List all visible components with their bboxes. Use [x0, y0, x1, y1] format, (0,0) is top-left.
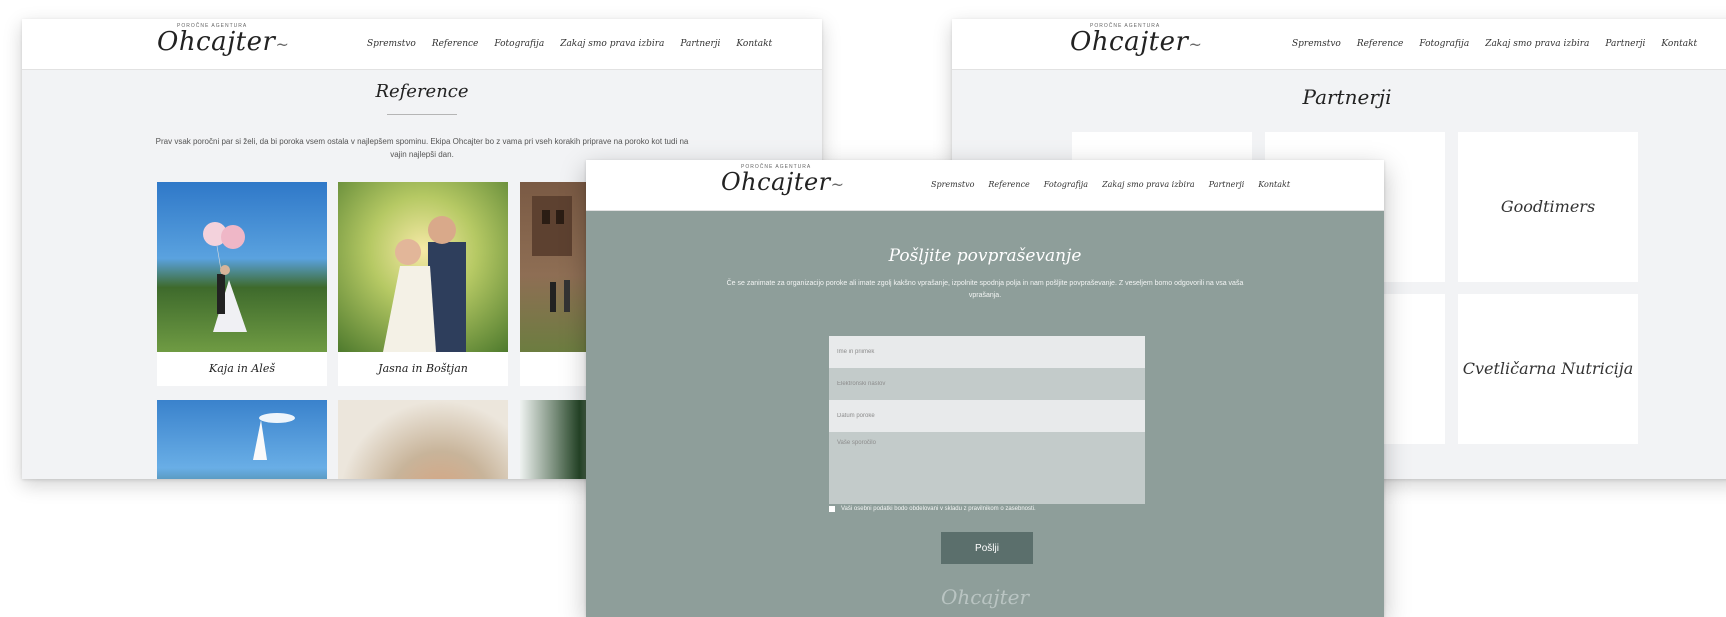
nav-item-kontakt[interactable]: Kontakt [736, 39, 772, 49]
nav-item-partnerji[interactable]: Partnerji [680, 39, 720, 49]
reference-tile[interactable]: Jasna in Boštjan [338, 182, 508, 386]
name-field[interactable] [829, 336, 1145, 368]
nav-item-kontakt[interactable]: Kontakt [1258, 180, 1290, 189]
wedding-date-field[interactable] [829, 400, 1145, 432]
form-intro: Če se zanimate za organizacijo poroke al… [726, 280, 1244, 299]
nav-item-fotografija[interactable]: Fotografija [1044, 180, 1088, 189]
reference-intro: Prav vsak poročni par si želi, da bi por… [155, 137, 689, 159]
reference-tile[interactable]: Kaja in Aleš [157, 182, 327, 386]
partners-menu: Spremstvo Reference Fotografija Zakaj sm… [1292, 39, 1697, 49]
nav-item-fotografija[interactable]: Fotografija [1419, 39, 1469, 49]
couple-embrace-illustration [383, 216, 466, 352]
nav-item-partnerji[interactable]: Partnerji [1209, 180, 1245, 189]
title-divider [387, 114, 457, 115]
partner-card[interactable]: Goodtimers [1458, 132, 1638, 282]
wedding-photo [338, 182, 508, 352]
nav-item-reference[interactable]: Reference [1357, 39, 1404, 49]
reference-menu: Spremstvo Reference Fotografija Zakaj sm… [367, 39, 772, 49]
reference-navbar: POROČNE AGENTURA Ohcajter~ Spremstvo Ref… [22, 19, 822, 70]
reference-tile[interactable] [338, 400, 508, 479]
nav-item-spremstvo[interactable]: Spremstvo [1292, 39, 1341, 49]
contact-page-card: POROČNE AGENTURA Ohcajter~ Spremstvo Ref… [586, 160, 1384, 617]
reference-title: Reference [375, 81, 469, 102]
nav-item-spremstvo[interactable]: Spremstvo [367, 39, 416, 49]
logo-flourish-icon: ~ [275, 35, 290, 54]
couple-name: Kaja in Aleš [209, 362, 275, 375]
reference-logo[interactable]: POROČNE AGENTURA Ohcajter~ [157, 23, 290, 57]
logo-text: Ohcajter [1070, 27, 1189, 57]
logo-text: Ohcajter [721, 168, 831, 196]
form-title: Pošljite povpraševanje [888, 246, 1082, 266]
logo-tagline: POROČNE AGENTURA [741, 164, 812, 170]
partners-logo[interactable]: POROČNE AGENTURA Ohcajter~ [1070, 23, 1203, 57]
logo-tagline: POROČNE AGENTURA [1090, 23, 1161, 29]
message-field[interactable] [829, 432, 1145, 504]
nav-item-fotografija[interactable]: Fotografija [494, 39, 544, 49]
partners-navbar: POROČNE AGENTURA Ohcajter~ Spremstvo Ref… [952, 19, 1726, 70]
wedding-photo [338, 400, 508, 479]
nav-item-zakaj[interactable]: Zakaj smo prava izbira [560, 39, 664, 49]
consent-checkbox[interactable] [829, 506, 835, 512]
couple-name: Jasna in Boštjan [378, 362, 468, 375]
logo-flourish-icon: ~ [830, 175, 845, 194]
contact-menu: Spremstvo Reference Fotografija Zakaj sm… [931, 180, 1290, 189]
consent-label: Vaši osebni podatki bodo obdelovani v sk… [841, 506, 1036, 512]
partner-card[interactable]: Cvetličarna Nutricija [1458, 294, 1638, 444]
contact-logo[interactable]: POROČNE AGENTURA Ohcajter~ [721, 164, 845, 196]
reference-tile[interactable] [157, 400, 327, 479]
submit-button[interactable]: Pošlji [941, 532, 1033, 564]
nav-item-kontakt[interactable]: Kontakt [1661, 39, 1697, 49]
email-field[interactable] [829, 368, 1145, 400]
wedding-photo [157, 400, 327, 479]
couple-balloons-illustration [203, 222, 247, 332]
veil-sky-illustration [253, 413, 295, 460]
footer-logo: Ohcajter [940, 585, 1030, 609]
nav-item-reference[interactable]: Reference [988, 180, 1029, 189]
logo-flourish-icon: ~ [1188, 35, 1203, 54]
consent-row: Vaši osebni podatki bodo obdelovani v sk… [829, 506, 1159, 512]
nav-item-zakaj[interactable]: Zakaj smo prava izbira [1485, 39, 1589, 49]
contact-navbar: POROČNE AGENTURA Ohcajter~ Spremstvo Ref… [586, 160, 1384, 211]
partners-title: Partnerji [1302, 85, 1392, 109]
nav-item-zakaj[interactable]: Zakaj smo prava izbira [1102, 180, 1195, 189]
nav-item-partnerji[interactable]: Partnerji [1605, 39, 1645, 49]
logo-text: Ohcajter [157, 27, 276, 57]
logo-tagline: POROČNE AGENTURA [177, 23, 248, 29]
nav-item-reference[interactable]: Reference [432, 39, 479, 49]
wedding-photo [157, 182, 327, 352]
nav-item-spremstvo[interactable]: Spremstvo [931, 180, 974, 189]
